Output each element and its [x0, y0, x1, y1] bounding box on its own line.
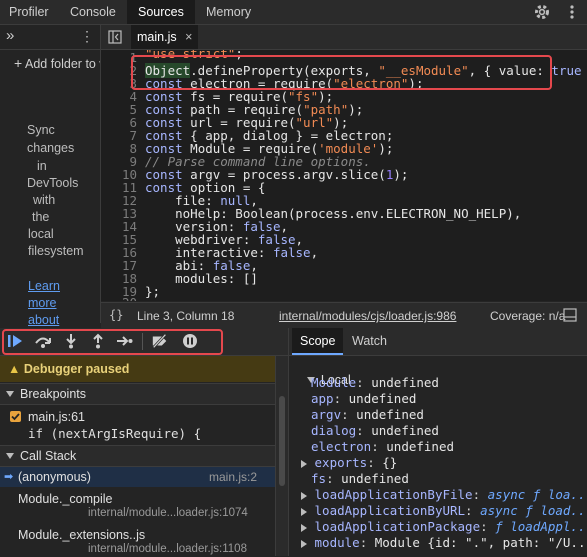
chevron-double-right-icon[interactable]: » — [6, 27, 14, 44]
sync-text-line: the — [32, 210, 50, 224]
sync-text-line: local — [28, 227, 54, 241]
warning-icon: ▲ — [8, 362, 21, 376]
scope-entry[interactable]: dialog: undefined — [311, 423, 439, 438]
sync-text-line: with — [33, 193, 56, 207]
chevron-right-icon — [301, 459, 307, 468]
chevron-right-icon — [301, 491, 307, 500]
editor-status-bar: {} Line 3, Column 18 internal/modules/cj… — [101, 302, 587, 328]
call-frame-active[interactable]: ➡ (anonymous) main.js:2 — [0, 467, 275, 487]
scrollbar-thumb[interactable] — [279, 396, 285, 486]
pretty-print-icon[interactable]: {} — [109, 308, 123, 322]
scope-entry[interactable]: electron: undefined — [311, 439, 454, 454]
highlight-box-toolbar — [2, 329, 223, 355]
learn-more-link[interactable]: more — [28, 296, 56, 310]
chevron-right-icon — [301, 507, 307, 516]
add-folder-button[interactable]: + Add folder to workspace — [0, 51, 100, 75]
file-navigator: » ⋮ + Add folder to workspace Sync chang… — [0, 25, 101, 327]
call-frame[interactable]: Module._extensions..js internal/module..… — [0, 525, 275, 557]
close-icon[interactable]: × — [185, 30, 192, 44]
sync-text-line: in — [37, 159, 47, 173]
sync-text-line: filesystem — [28, 244, 84, 258]
breakpoint-checkbox[interactable] — [10, 411, 21, 422]
plus-icon: + — [14, 55, 23, 71]
tab-watch[interactable]: Watch — [344, 328, 395, 355]
learn-more-link[interactable]: Learn — [28, 279, 60, 293]
highlight-box-code — [131, 55, 552, 90]
scope-entry[interactable]: fs: undefined — [311, 471, 409, 486]
call-frame[interactable]: Module._compile internal/module...loader… — [0, 489, 275, 521]
toggle-navigator-icon[interactable] — [108, 30, 122, 44]
call-frame-name: Module._compile — [18, 492, 113, 506]
source-link[interactable]: internal/modules/cjs/loader.js:986 — [279, 309, 456, 323]
arrow-right-icon: ➡ — [4, 471, 14, 483]
more-options-icon[interactable] — [567, 3, 577, 21]
scope-entry[interactable]: argv: undefined — [311, 407, 424, 422]
call-frame-location: main.js:2 — [209, 470, 258, 484]
line-number[interactable]: 20 — [101, 295, 137, 301]
sidebar-scrollbar[interactable] — [275, 356, 288, 556]
chevron-right-icon — [301, 523, 307, 532]
chevron-down-icon — [6, 453, 14, 460]
toggle-sidebar-icon[interactable] — [563, 308, 577, 322]
breakpoints-section-header[interactable]: Breakpoints — [0, 383, 275, 405]
sync-text-line: DevTools — [27, 176, 79, 190]
checkmark-icon — [11, 413, 20, 421]
call-frame-name: Module._extensions..js — [18, 528, 146, 542]
coverage-status: Coverage: n/a — [490, 309, 566, 323]
call-stack-title: Call Stack — [20, 449, 77, 463]
scope-tab-bar: Scope Watch — [289, 328, 587, 356]
sync-text-line: changes — [27, 141, 75, 155]
debugger-paused-banner: ▲ Debugger paused — [0, 356, 275, 382]
chevron-down-icon — [6, 391, 14, 398]
call-frame-name: (anonymous) — [18, 470, 91, 484]
tab-profiler[interactable]: Profiler — [9, 0, 49, 24]
tab-scope[interactable]: Scope — [292, 328, 344, 355]
devtools-tab-bar: Profiler Console Sources Memory — [0, 0, 587, 25]
breakpoints-title: Breakpoints — [20, 387, 87, 401]
tab-console[interactable]: Console — [70, 0, 116, 24]
scope-entry[interactable]: loadApplicationByURL: async ƒ load... — [301, 503, 587, 518]
call-frame-location: internal/module...loader.js:1074 — [88, 507, 248, 519]
breakpoint-file[interactable]: main.js:61 — [28, 410, 85, 424]
code-line: modules: [] — [145, 271, 258, 286]
scope-entry[interactable]: module: Module {id: ".", path: "/U... — [301, 535, 587, 550]
editor-tab-bar: main.js × — [101, 25, 587, 50]
learn-more-link[interactable]: about — [28, 313, 59, 327]
cursor-position: Line 3, Column 18 — [137, 309, 235, 323]
code-line: }; — [145, 284, 161, 299]
scope-entry[interactable]: exports: {} — [301, 455, 397, 470]
paused-label: Debugger paused — [23, 362, 130, 376]
tab-sources[interactable]: Sources — [127, 0, 195, 24]
file-tab-label: main.js — [137, 30, 177, 44]
file-tab-main-js[interactable]: main.js × — [131, 25, 199, 49]
navigator-menu-icon[interactable]: ⋮ — [80, 28, 94, 45]
breakpoint-code: if (nextArgIsRequire) { — [28, 426, 202, 441]
scope-entry[interactable]: loadApplicationPackage: ƒ loadAppl... — [301, 519, 587, 534]
scope-entry[interactable]: app: undefined — [311, 391, 416, 406]
scope-entry[interactable]: Module: undefined — [311, 375, 439, 390]
call-frame-location: internal/module...loader.js:1108 — [88, 543, 247, 555]
navigator-header: » ⋮ — [0, 25, 100, 50]
sync-text-line: Sync — [27, 123, 55, 137]
scope-panel: Local Module: undefined app: undefined a… — [289, 356, 587, 556]
chevron-right-icon — [301, 539, 307, 548]
add-folder-label: Add folder to workspace — [24, 57, 100, 71]
gear-icon[interactable] — [533, 3, 551, 21]
tab-memory[interactable]: Memory — [206, 0, 251, 24]
scope-entry[interactable]: loadApplicationByFile: async ƒ loa... — [301, 487, 587, 502]
call-stack-section-header[interactable]: Call Stack — [0, 445, 275, 467]
